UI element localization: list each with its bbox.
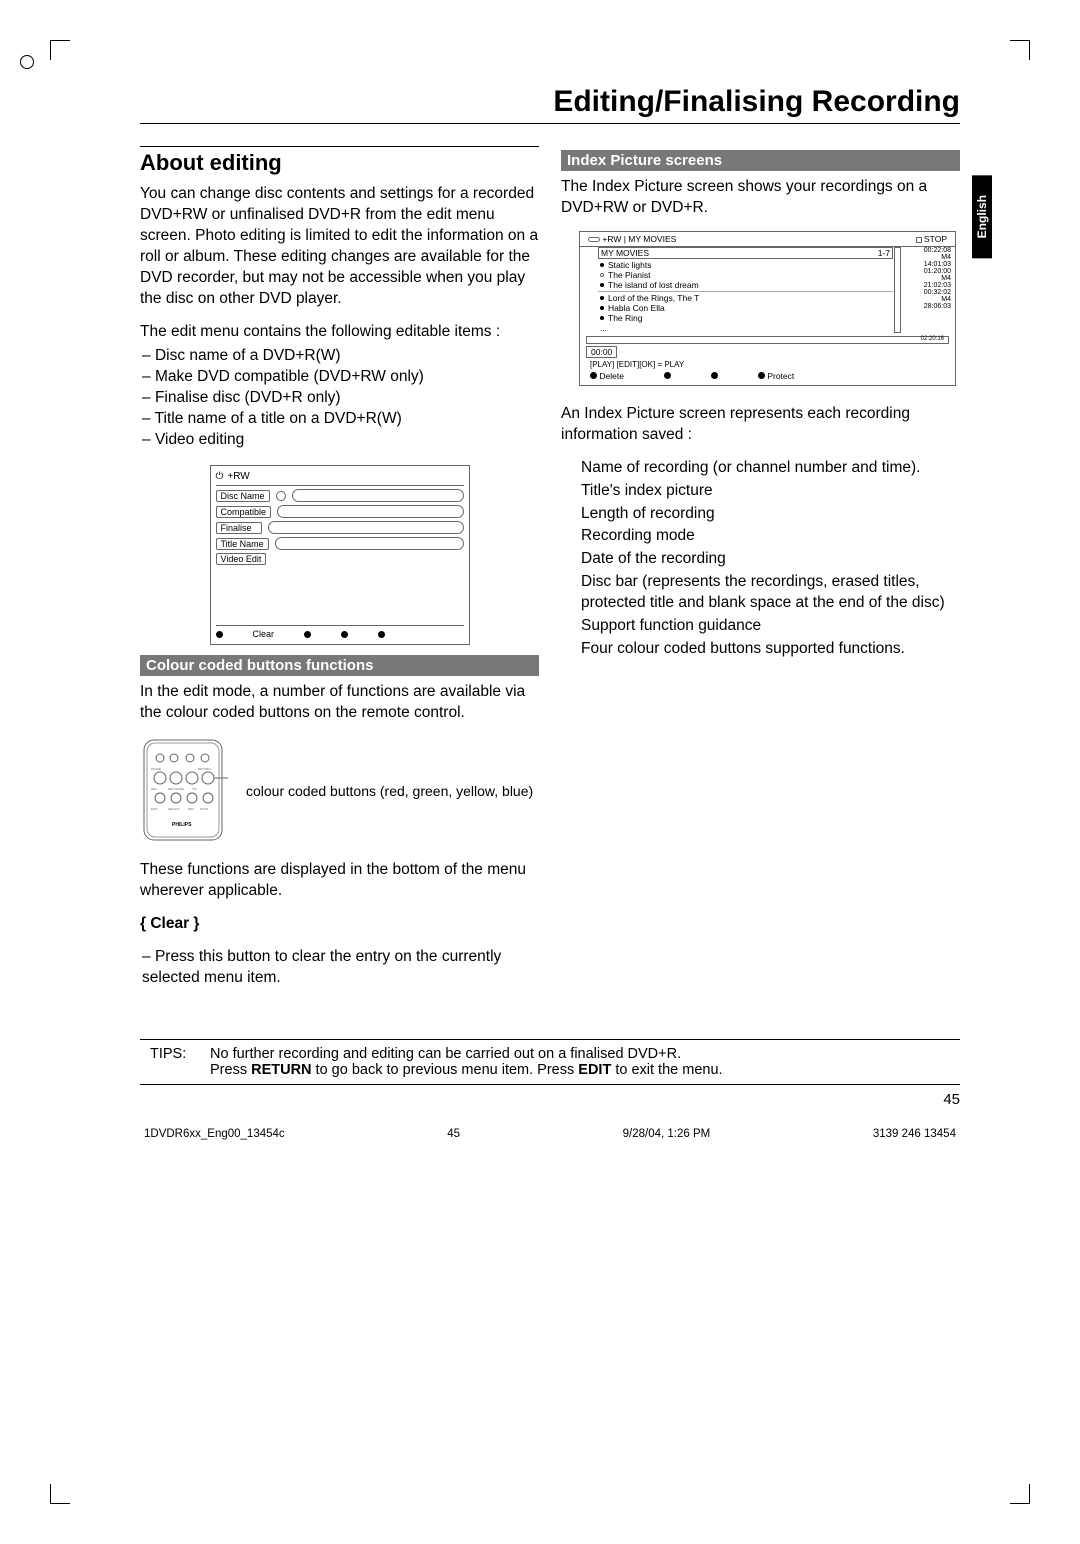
idx-delete: Delete bbox=[599, 371, 624, 381]
entry-field bbox=[275, 537, 464, 550]
idx-top-left: +RW | MY MOVIES bbox=[602, 234, 676, 244]
footer-file: 1DVDR6xx_Eng00_13454c bbox=[144, 1128, 285, 1140]
idx-guide: [PLAY] [EDIT][OK] = PLAY bbox=[590, 360, 955, 369]
menu-row: Video Edit bbox=[216, 553, 267, 565]
menu-row: Disc Name bbox=[216, 490, 270, 502]
about-editing-heading: About editing bbox=[140, 146, 539, 176]
idx-item-mode: M4 bbox=[905, 275, 951, 282]
index-represents-text: An Index Picture screen represents each … bbox=[561, 404, 960, 446]
idx-item-name: The Pianist bbox=[608, 270, 651, 280]
registration-mark bbox=[20, 55, 34, 69]
clear-label: Clear bbox=[253, 629, 275, 639]
edit-menu-intro: The edit menu contains the following edi… bbox=[140, 322, 539, 343]
tips-label: TIPS: bbox=[150, 1046, 190, 1078]
idx-list-hdr-r: 1-7 bbox=[878, 248, 890, 258]
list-item: Name of recording (or channel number and… bbox=[581, 458, 960, 479]
footer-date: 9/28/04, 1:26 PM bbox=[623, 1128, 711, 1140]
list-item: Four colour coded buttons supported func… bbox=[581, 639, 960, 660]
svg-text:DIM: DIM bbox=[188, 807, 194, 811]
list-item: Disc name of a DVD+R(W) bbox=[142, 346, 539, 367]
page-title: Editing/Finalising Recording bbox=[140, 85, 960, 124]
svg-text:EDIT: EDIT bbox=[151, 807, 158, 811]
clear-heading: { Clear } bbox=[140, 914, 539, 935]
idx-item-name: The island of lost dream bbox=[608, 280, 699, 290]
index-picture-diagram: +RW | MY MOVIES STOP MY MOVIES 1-7 Static… bbox=[579, 231, 956, 386]
selector-icon bbox=[276, 491, 286, 501]
list-item: Support function guidance bbox=[581, 616, 960, 637]
svg-text:SCAN: SCAN bbox=[200, 807, 208, 811]
disc-icon bbox=[588, 237, 600, 242]
list-item: Length of recording bbox=[581, 504, 960, 525]
remote-caption: colour coded buttons (red, green, yellow… bbox=[246, 783, 533, 799]
remote-illustration: PAUSE RETURN REC REC MODE T/C EDIT SELECT DIM… bbox=[140, 736, 228, 846]
idx-item-name: The Ring bbox=[608, 313, 643, 323]
list-item: Date of the recording bbox=[581, 549, 960, 570]
idx-item-time: 01:20:00 bbox=[905, 268, 951, 275]
idx-item-time: 00:22:08 bbox=[905, 247, 951, 254]
colour-buttons-heading: Colour coded buttons functions bbox=[140, 655, 539, 676]
svg-text:SELECT: SELECT bbox=[168, 807, 180, 811]
page-number: 45 bbox=[140, 1091, 960, 1108]
crop-mark bbox=[1010, 1484, 1030, 1504]
list-item: Recording mode bbox=[581, 526, 960, 547]
idx-item-mode: M4 bbox=[905, 296, 951, 303]
svg-text:RETURN: RETURN bbox=[198, 767, 211, 771]
footer-pg: 45 bbox=[447, 1128, 460, 1140]
disc-time: 02:20:16 bbox=[921, 336, 944, 342]
idx-item-time: 28:06:03 bbox=[905, 303, 951, 310]
list-item: Finalise disc (DVD+R only) bbox=[142, 388, 539, 409]
tips-box: TIPS: No further recording and editing c… bbox=[140, 1039, 960, 1085]
tips-line2: Press RETURN to go back to previous menu… bbox=[210, 1062, 723, 1078]
idx-item-mode: M4 bbox=[905, 254, 951, 261]
list-item: Disc bar (represents the recordings, era… bbox=[581, 572, 960, 614]
crop-mark bbox=[50, 40, 70, 60]
crop-mark bbox=[1010, 40, 1030, 60]
svg-text:T/C: T/C bbox=[192, 787, 198, 791]
crop-mark bbox=[50, 1484, 70, 1504]
language-tab: English bbox=[972, 175, 992, 258]
functions-display-text: These functions are displayed in the bot… bbox=[140, 860, 539, 902]
menu-row: Finalise bbox=[216, 522, 262, 534]
entry-field bbox=[292, 489, 464, 502]
idx-item-name: Habla Con Ella bbox=[608, 303, 665, 313]
idx-item-name: Lord of the Rings, The T bbox=[608, 293, 699, 303]
svg-text:PHILIPS: PHILIPS bbox=[172, 822, 192, 828]
idx-timecode: 00:00 bbox=[586, 346, 617, 358]
idx-item-name: Static lights bbox=[608, 260, 651, 270]
list-item: Title's index picture bbox=[581, 481, 960, 502]
index-picture-heading: Index Picture screens bbox=[561, 150, 960, 171]
index-fields-list: Name of recording (or channel number and… bbox=[561, 458, 960, 660]
idx-item-time: 00:32:02 bbox=[905, 289, 951, 296]
idx-top-right: STOP bbox=[924, 234, 947, 244]
idx-item-time: 21:02:03 bbox=[905, 282, 951, 289]
svg-text:REC: REC bbox=[151, 787, 158, 791]
footer-code: 3139 246 13454 bbox=[873, 1128, 956, 1140]
list-item: Video editing bbox=[142, 430, 539, 451]
svg-text:PAUSE: PAUSE bbox=[151, 767, 161, 771]
edit-menu-header: +RW bbox=[227, 471, 249, 482]
entry-field bbox=[277, 505, 463, 518]
power-icon: ⏻ bbox=[216, 471, 224, 482]
svg-text:REC MODE: REC MODE bbox=[168, 787, 184, 791]
colour-buttons-text: In the edit mode, a number of functions … bbox=[140, 682, 539, 724]
idx-list-hdr: MY MOVIES bbox=[601, 248, 649, 258]
idx-item-time: 14:01:03 bbox=[905, 261, 951, 268]
index-intro: The Index Picture screen shows your reco… bbox=[561, 177, 960, 219]
stop-icon bbox=[916, 237, 922, 243]
entry-field bbox=[268, 521, 464, 534]
menu-row: Title Name bbox=[216, 538, 269, 550]
idx-item-name: ... bbox=[600, 323, 607, 333]
edit-menu-diagram: ⏻+RW Disc Name Compatible Finalise Title… bbox=[210, 465, 470, 645]
clear-text: Press this button to clear the entry on … bbox=[142, 947, 539, 989]
idx-protect: Protect bbox=[767, 371, 794, 381]
menu-row: Compatible bbox=[216, 506, 272, 518]
tips-line1: No further recording and editing can be … bbox=[210, 1046, 723, 1062]
about-editing-p1: You can change disc contents and setting… bbox=[140, 184, 539, 310]
list-item: Make DVD compatible (DVD+RW only) bbox=[142, 367, 539, 388]
list-item: Title name of a title on a DVD+R(W) bbox=[142, 409, 539, 430]
editable-items-list: Disc name of a DVD+R(W) Make DVD compati… bbox=[140, 346, 539, 451]
scrollbar bbox=[894, 247, 901, 333]
disc-bar: 02:20:16 bbox=[586, 336, 949, 344]
